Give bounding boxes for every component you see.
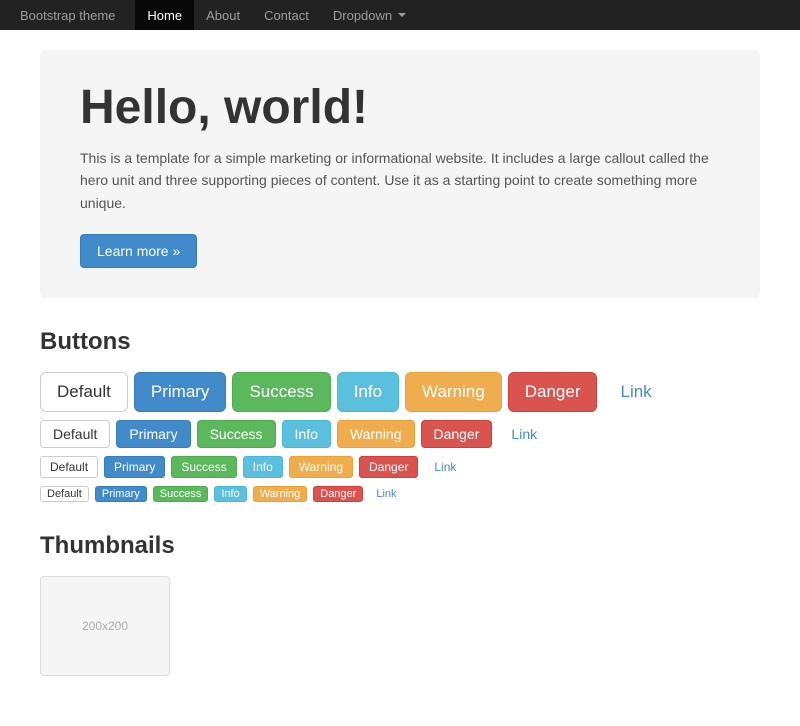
- btn-info-lg[interactable]: Info: [337, 372, 399, 412]
- main-container: Hello, world! This is a template for a s…: [20, 30, 780, 726]
- nav-items: Home About Contact Dropdown: [135, 0, 418, 30]
- btn-link-md[interactable]: Link: [498, 420, 550, 448]
- buttons-row-lg: Default Primary Success Info Warning Dan…: [40, 372, 760, 412]
- hero-unit: Hello, world! This is a template for a s…: [40, 50, 760, 298]
- btn-danger-sm[interactable]: Danger: [359, 456, 418, 478]
- btn-warning-xs[interactable]: Warning: [253, 486, 308, 502]
- nav-item-about[interactable]: About: [194, 0, 252, 30]
- thumbnails-section: Thumbnails 200x200: [40, 532, 760, 676]
- btn-primary-md[interactable]: Primary: [116, 420, 190, 448]
- btn-danger-md[interactable]: Danger: [421, 420, 493, 448]
- btn-link-sm[interactable]: Link: [424, 456, 466, 478]
- dropdown-caret-icon: [398, 13, 406, 17]
- thumbnails-section-title: Thumbnails: [40, 532, 760, 560]
- btn-success-sm[interactable]: Success: [171, 456, 236, 478]
- btn-info-md[interactable]: Info: [282, 420, 331, 448]
- hero-description: This is a template for a simple marketin…: [80, 147, 720, 214]
- btn-primary-sm[interactable]: Primary: [104, 456, 165, 478]
- btn-warning-lg[interactable]: Warning: [405, 372, 502, 412]
- btn-warning-sm[interactable]: Warning: [289, 456, 353, 478]
- btn-default-sm[interactable]: Default: [40, 456, 98, 478]
- btn-success-md[interactable]: Success: [197, 420, 276, 448]
- btn-primary-lg[interactable]: Primary: [134, 372, 227, 412]
- btn-warning-md[interactable]: Warning: [337, 420, 415, 448]
- nav-item-contact[interactable]: Contact: [252, 0, 321, 30]
- dropdown-label: Dropdown: [333, 8, 392, 23]
- btn-default-lg[interactable]: Default: [40, 372, 128, 412]
- buttons-section-title: Buttons: [40, 328, 760, 356]
- buttons-row-xs: Default Primary Success Info Warning Dan…: [40, 486, 760, 502]
- buttons-row-sm: Default Primary Success Info Warning Dan…: [40, 456, 760, 478]
- btn-primary-xs[interactable]: Primary: [95, 486, 147, 502]
- btn-success-lg[interactable]: Success: [232, 372, 330, 412]
- thumbnail-item[interactable]: 200x200: [40, 576, 170, 676]
- btn-link-lg[interactable]: Link: [603, 372, 668, 412]
- nav-item-home[interactable]: Home: [135, 0, 194, 30]
- nav-item-dropdown[interactable]: Dropdown: [321, 0, 418, 30]
- btn-default-xs[interactable]: Default: [40, 486, 89, 502]
- buttons-row-md: Default Primary Success Info Warning Dan…: [40, 420, 760, 448]
- btn-danger-xs[interactable]: Danger: [313, 486, 363, 502]
- btn-info-xs[interactable]: Info: [214, 486, 246, 502]
- navbar-brand[interactable]: Bootstrap theme: [20, 8, 115, 23]
- btn-danger-lg[interactable]: Danger: [508, 372, 598, 412]
- buttons-section: Buttons Default Primary Success Info War…: [40, 328, 760, 502]
- thumbnail-label: 200x200: [82, 619, 128, 633]
- btn-info-sm[interactable]: Info: [243, 456, 283, 478]
- btn-success-xs[interactable]: Success: [153, 486, 209, 502]
- btn-default-md[interactable]: Default: [40, 420, 110, 448]
- learn-more-button[interactable]: Learn more »: [80, 234, 197, 268]
- btn-link-xs[interactable]: Link: [369, 486, 403, 502]
- navbar: Bootstrap theme Home About Contact Dropd…: [0, 0, 800, 30]
- hero-title: Hello, world!: [80, 80, 720, 135]
